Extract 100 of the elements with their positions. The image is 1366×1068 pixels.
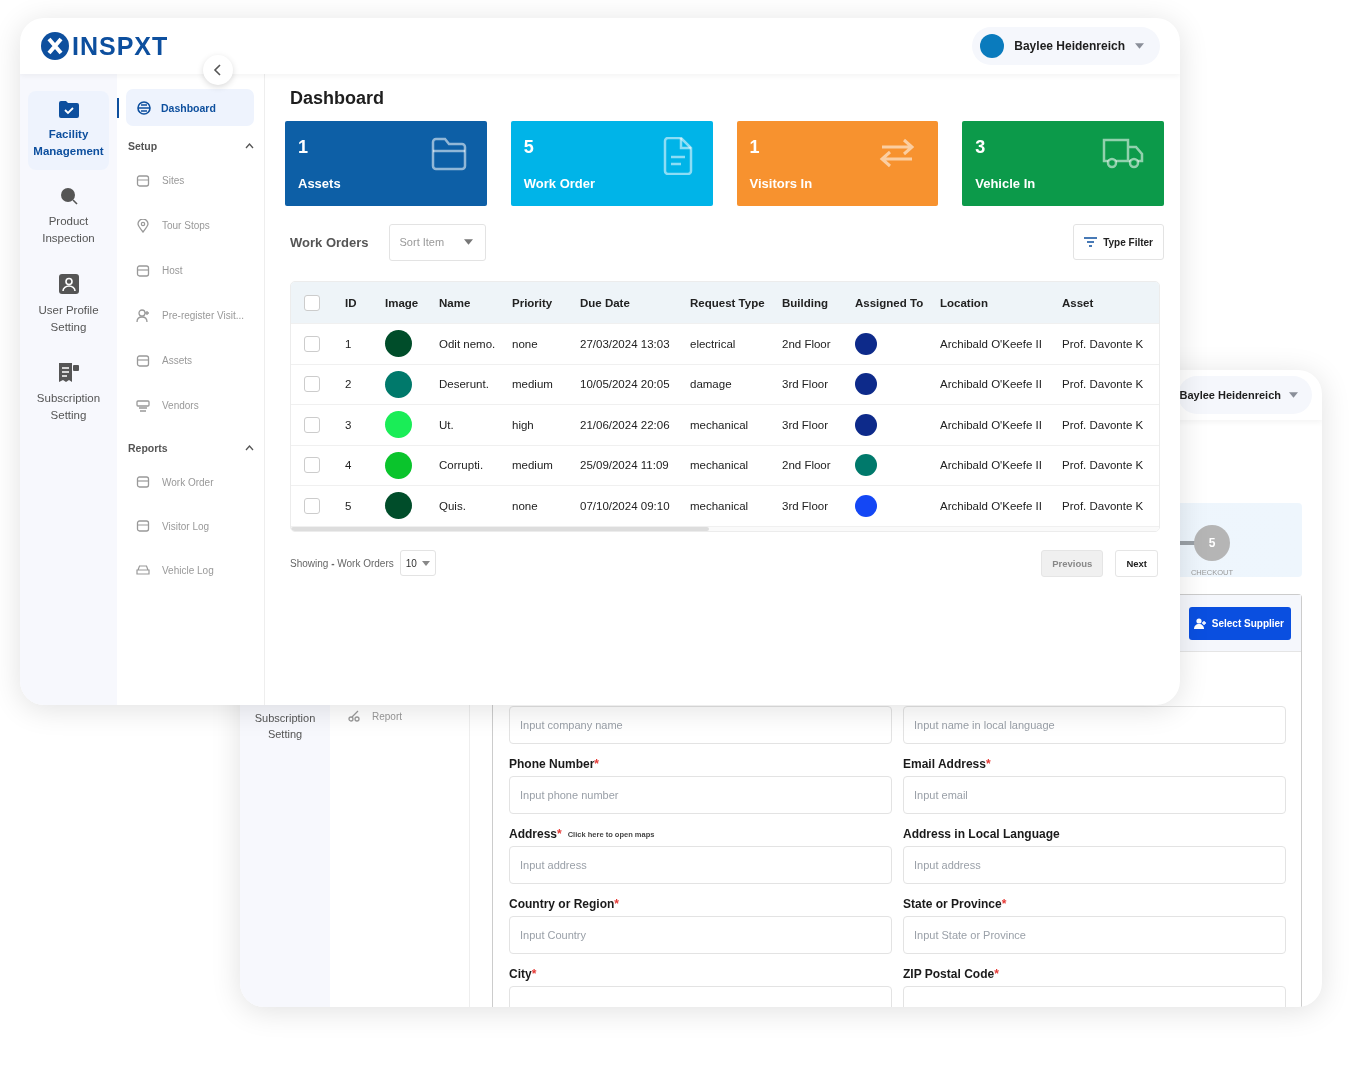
table-cell: Quis. — [439, 499, 466, 512]
column-header[interactable]: Request Type — [678, 296, 770, 309]
caret-icon — [1135, 43, 1144, 49]
table-cell: 2nd Floor — [782, 337, 831, 350]
table-cell: 5 — [345, 499, 352, 512]
user-name: Baylee Heidenreich — [1179, 389, 1281, 401]
column-header[interactable]: Asset — [1050, 296, 1155, 309]
table-cell: Corrupti. — [439, 459, 484, 472]
nav-section-header[interactable]: Reports — [117, 428, 254, 460]
input-field[interactable]: Input Country — [509, 916, 892, 954]
column-header[interactable]: Due Date — [568, 296, 678, 309]
stat-label: Visitors In — [749, 176, 813, 191]
field-label: Address in Local Language — [903, 827, 1060, 841]
add-user-icon — [1193, 617, 1207, 629]
stat-card[interactable]: 1 Assets — [285, 121, 487, 206]
field-label: Address* — [509, 827, 562, 841]
assignee-avatar — [855, 494, 877, 517]
stat-card[interactable]: 3 Vehicle In — [962, 121, 1164, 206]
column-header[interactable]: Assigned To — [843, 296, 928, 309]
table-cell: 07/10/2024 09:10 — [580, 499, 670, 512]
folder-check-icon — [58, 101, 79, 118]
document-icon — [662, 137, 693, 175]
type-filter-button[interactable]: Type Filter — [1073, 224, 1164, 260]
row-checkbox[interactable] — [304, 497, 320, 514]
nav-item[interactable]: Dashboard — [126, 89, 254, 126]
caret-icon — [421, 560, 430, 566]
rail-item[interactable]: User Profile Setting — [28, 264, 109, 346]
caret-icon — [1289, 392, 1298, 398]
table-cell: Archibald O'Keefe II — [940, 499, 1042, 512]
next-button[interactable]: Next — [1115, 549, 1158, 577]
select-all-checkbox[interactable] — [304, 294, 320, 311]
select-supplier-button[interactable]: Select Supplier — [1188, 606, 1291, 640]
profile-card-icon — [58, 274, 79, 294]
scrollbar-thumb[interactable] — [291, 526, 709, 531]
stat-value: 5 — [523, 137, 535, 158]
field-label: State or Province* — [903, 897, 1007, 911]
caret-icon — [463, 239, 473, 245]
field-label: ZIP Postal Code* — [903, 967, 999, 981]
assignee-avatar — [855, 413, 877, 436]
input-field[interactable]: Input State or Province — [903, 916, 1286, 954]
menu-item-icon — [136, 519, 150, 533]
table-cell: none — [512, 337, 538, 350]
input-field[interactable]: Input phone number — [509, 776, 892, 814]
column-header[interactable]: ID — [333, 296, 373, 309]
image-thumbnail — [385, 330, 412, 358]
menu-item-icon — [136, 475, 150, 489]
row-checkbox[interactable] — [304, 335, 320, 352]
image-thumbnail — [385, 451, 412, 479]
rail-item[interactable]: Subscription Setting — [28, 353, 109, 434]
stat-label: Vehicle In — [975, 176, 1036, 191]
row-checkbox[interactable] — [304, 416, 320, 433]
rail-item[interactable]: Subscription Setting — [240, 710, 330, 742]
column-header[interactable]: Location — [928, 296, 1050, 309]
showing-text: Showing - Work Orders — [290, 557, 394, 569]
column-header[interactable]: Building — [770, 296, 843, 309]
user-menu[interactable]: Baylee Heidenreich — [972, 27, 1160, 65]
table-cell: Prof. Davonte K — [1062, 499, 1144, 512]
table-cell: 2 — [345, 378, 352, 391]
page-title: Dashboard — [290, 88, 386, 109]
nav-section-header[interactable]: Setup — [117, 126, 254, 158]
table-cell: Archibald O'Keefe II — [940, 418, 1042, 431]
menu-item-icon — [136, 263, 150, 278]
input-field[interactable]: Input address — [903, 846, 1286, 884]
table-cell: mechanical — [690, 459, 749, 472]
input-field[interactable]: Input email — [903, 776, 1286, 814]
column-header[interactable]: Name — [427, 296, 500, 309]
table-cell: 25/09/2024 11:09 — [580, 459, 669, 472]
table-cell: 21/06/2024 22:06 — [580, 418, 670, 431]
field-label: Country or Region* — [509, 897, 619, 911]
input-field[interactable]: Input address — [509, 846, 892, 884]
table-cell: none — [512, 499, 538, 512]
table-cell: medium — [512, 459, 553, 472]
table-cell: 3rd Floor — [782, 378, 829, 391]
menu-item-icon — [136, 308, 150, 323]
menu-item-icon — [136, 353, 150, 368]
step-circle: 5 — [1194, 525, 1230, 561]
truck-icon — [1102, 137, 1144, 169]
input-field[interactable]: Input name in local language — [903, 706, 1286, 744]
avatar — [980, 34, 1005, 58]
column-header[interactable]: Priority — [500, 296, 568, 309]
user-menu[interactable]: Baylee Heidenreich — [1177, 376, 1312, 414]
row-checkbox[interactable] — [304, 376, 320, 393]
row-checkbox[interactable] — [304, 457, 320, 474]
table-cell: 3rd Floor — [782, 499, 829, 512]
section-title: Work Orders — [290, 234, 369, 250]
table-cell: Deserunt. — [439, 378, 489, 391]
assignee-avatar — [855, 332, 877, 355]
table-cell: Prof. Davonte K — [1062, 337, 1144, 350]
input-field[interactable]: Input company name — [509, 706, 892, 744]
table-cell: Archibald O'Keefe II — [940, 337, 1042, 350]
table-cell: 4 — [345, 459, 352, 472]
page-size-dropdown[interactable]: 10 — [399, 550, 436, 576]
user-name: Baylee Heidenreich — [1014, 39, 1125, 53]
rail-item[interactable]: Facility Management — [28, 91, 109, 170]
rail-item[interactable]: Product Inspection — [28, 177, 109, 257]
magnifier-icon — [59, 187, 78, 205]
collapse-button[interactable] — [203, 55, 233, 85]
scissors-icon — [348, 710, 362, 722]
column-header[interactable]: Image — [373, 296, 427, 309]
table-cell: Ut. — [439, 418, 454, 431]
